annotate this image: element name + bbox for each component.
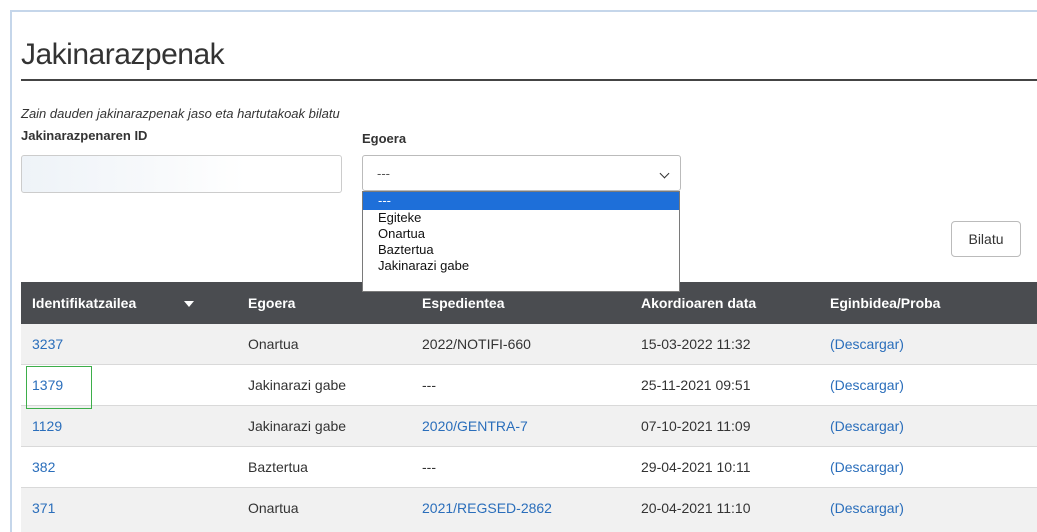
row-download-link[interactable]: (Descargar) (830, 500, 904, 516)
row-file: --- (422, 459, 436, 475)
col-header-status[interactable]: Egoera (248, 295, 295, 311)
notification-id-input[interactable] (21, 155, 342, 193)
col-header-date[interactable]: Akordioaren data (641, 295, 756, 311)
table-row: 1129 Jakinarazi gabe 2020/GENTRA-7 07-10… (21, 406, 1037, 447)
row-status: Baztertua (248, 459, 308, 475)
row-file: --- (422, 377, 436, 393)
row-id-link[interactable]: 3237 (32, 336, 63, 352)
search-button[interactable]: Bilatu (951, 221, 1021, 257)
status-dropdown-list[interactable]: --- Egiteke Onartua Baztertua Jakinarazi… (362, 191, 680, 292)
row-file: 2022/NOTIFI-660 (422, 336, 531, 352)
row-date: 25-11-2021 09:51 (641, 377, 751, 393)
table-row: 382 Baztertua --- 29-04-2021 10:11 (Desc… (21, 447, 1037, 488)
status-field-label: Egoera (362, 131, 407, 146)
row-file-link[interactable]: 2020/GENTRA-7 (422, 418, 528, 434)
row-date: 07-10-2021 11:09 (641, 418, 751, 434)
row-date: 20-04-2021 11:10 (641, 500, 751, 516)
title-divider (21, 79, 1037, 81)
row-status: Onartua (248, 500, 299, 516)
status-option-baztertua[interactable]: Baztertua (363, 242, 679, 258)
row-file-link[interactable]: 2021/REGSED-2862 (422, 500, 552, 516)
sort-desc-icon[interactable] (184, 301, 194, 307)
row-download-link[interactable]: (Descargar) (830, 377, 904, 393)
row-id-link[interactable]: 1129 (32, 418, 62, 434)
table-row: 3237 Onartua 2022/NOTIFI-660 15-03-2022 … (21, 324, 1037, 365)
id-field-label: Jakinarazpenaren ID (21, 128, 148, 143)
row-id-link[interactable]: 371 (32, 500, 55, 516)
row-status: Jakinarazi gabe (248, 377, 347, 393)
table-row: 371 Onartua 2021/REGSED-2862 20-04-2021 … (21, 488, 1037, 532)
row-status: Jakinarazi gabe (248, 418, 347, 434)
chevron-down-icon (659, 168, 670, 179)
row-date: 15-03-2022 11:32 (641, 336, 751, 352)
status-select-value: --- (377, 166, 390, 181)
row-download-link[interactable]: (Descargar) (830, 418, 904, 434)
status-option-empty[interactable]: --- (363, 192, 679, 210)
row-download-link[interactable]: (Descargar) (830, 459, 904, 475)
table-row: 1379 Jakinarazi gabe --- 25-11-2021 09:5… (21, 365, 1037, 406)
page-title: Jakinarazpenak (21, 38, 225, 71)
row-date: 29-04-2021 10:11 (641, 459, 751, 475)
status-option-onartua[interactable]: Onartua (363, 226, 679, 242)
col-header-id[interactable]: Identifikatzailea (32, 295, 136, 311)
row-status: Onartua (248, 336, 299, 352)
col-header-proof[interactable]: Eginbidea/Proba (830, 295, 940, 311)
status-option-jakinarazi-gabe[interactable]: Jakinarazi gabe (363, 258, 679, 274)
status-option-egiteke[interactable]: Egiteke (363, 210, 679, 226)
col-header-file[interactable]: Espedientea (422, 295, 504, 311)
focus-outline (26, 366, 92, 409)
row-id-link[interactable]: 382 (32, 459, 55, 475)
page-subtitle: Zain dauden jakinarazpenak jaso eta hart… (21, 106, 340, 121)
row-download-link[interactable]: (Descargar) (830, 336, 904, 352)
status-select[interactable]: --- (362, 155, 681, 191)
